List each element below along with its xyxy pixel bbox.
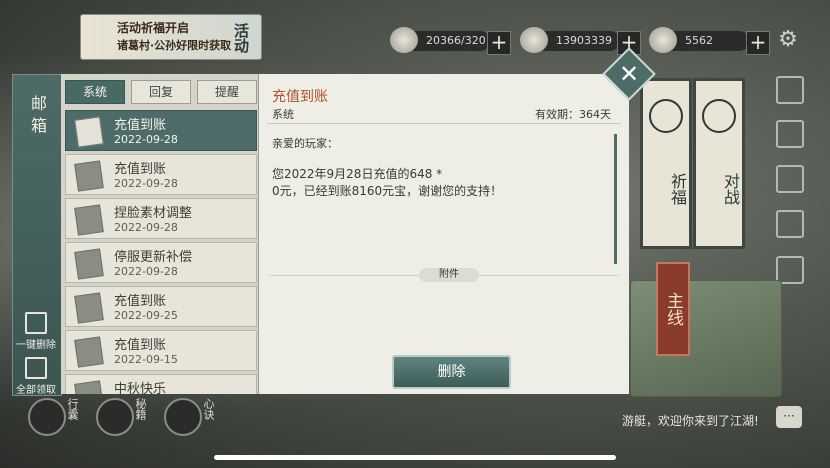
event-banner-tag: 活动 <box>232 23 250 53</box>
envelope-icon <box>74 204 104 236</box>
mail-greeting: 亲爱的玩家： <box>272 137 338 150</box>
manual-icon[interactable] <box>96 398 134 436</box>
tab-reply[interactable]: 回复 <box>131 80 191 104</box>
mailbox-title: 邮箱 <box>28 95 47 139</box>
mail-title: 充值到账 <box>272 89 328 105</box>
bag-label: 行囊 <box>66 398 79 420</box>
mail-item-name: 充值到账 <box>114 338 167 353</box>
circle-emblem-icon <box>649 99 683 133</box>
battle-scroll[interactable]: 对战 <box>693 78 745 249</box>
mail-item-name: 停服更新补偿 <box>114 250 193 265</box>
welcome-message: 游艇，欢迎你来到了江湖! <box>622 414 759 428</box>
tab-system[interactable]: 系统 <box>65 80 125 104</box>
envelope-icon <box>74 160 104 192</box>
mail-body: 您2022年9月28日充值的648 * 0元，已经到账8160元宝，谢谢您的支持… <box>272 166 602 200</box>
scroll-icon[interactable] <box>776 165 804 193</box>
close-icon: ✕ <box>618 60 640 88</box>
notice-icon[interactable] <box>776 120 804 148</box>
pray-label: 祈福 <box>668 173 687 205</box>
mail-tabs: 系统 回复 提醒 <box>65 80 257 104</box>
mail-item[interactable]: 停服更新补偿 2022-09-28 <box>65 242 257 283</box>
mail-item-name: 捏脸素材调整 <box>114 206 193 221</box>
pray-scroll[interactable]: 祈福 <box>640 78 692 249</box>
mail-item-name: 充值到账 <box>114 294 167 309</box>
altar-scrolls: 祈福 对战 <box>630 70 745 249</box>
collect-icon <box>25 357 47 379</box>
mail-item-date: 2022-09-28 <box>114 177 178 190</box>
mail-item-name: 充值到账 <box>114 118 167 133</box>
resource-gift: 5562 <box>649 27 749 53</box>
world-map-book[interactable] <box>630 280 782 397</box>
event-banner-line2: 诸葛村·公孙好限时获取 <box>117 39 232 52</box>
mail-body-line1: 您2022年9月28日充值的648 * <box>272 167 443 181</box>
yuanbao-icon <box>520 27 548 53</box>
mail-item-name: 充值到账 <box>114 162 167 177</box>
add-silver-button[interactable]: + <box>487 31 511 55</box>
checklist-icon[interactable] <box>776 210 804 238</box>
divider <box>267 123 621 124</box>
silver-coin-icon <box>390 27 418 53</box>
mail-detail-panel: 充值到账 系统 有效期：364天 亲爱的玩家： 您2022年9月28日充值的64… <box>259 74 629 394</box>
mail-item[interactable]: 充值到账 2022-09-25 <box>65 286 257 327</box>
home-indicator[interactable] <box>214 455 616 460</box>
event-banner[interactable]: 活动祈福开启 诸葛村·公孙好限时获取 活动 <box>80 14 262 60</box>
battle-label: 对战 <box>721 173 740 205</box>
mail-item[interactable]: 充值到账 2022-09-28 <box>65 110 257 151</box>
delete-button[interactable]: 删除 <box>392 355 511 389</box>
chat-icon[interactable]: ··· <box>776 406 802 428</box>
mail-sender: 系统 <box>272 108 294 121</box>
mail-item-date: 2022-09-25 <box>114 309 178 322</box>
mail-item[interactable]: 捏脸素材调整 2022-09-28 <box>65 198 257 239</box>
delete-all-label: 一键删除 <box>16 340 56 351</box>
resource-gift-value: 5562 <box>685 34 713 47</box>
tab-reminder[interactable]: 提醒 <box>197 80 257 104</box>
bag-icon[interactable] <box>28 398 66 436</box>
envelope-icon <box>74 248 104 280</box>
top-bar: 活动祈福开启 诸葛村·公孙好限时获取 活动 20366/320 + 139033… <box>0 0 830 80</box>
add-gift-button[interactable]: + <box>746 31 770 55</box>
gift-icon <box>649 27 677 53</box>
scrollbar[interactable] <box>614 134 617 264</box>
envelope-icon <box>74 116 104 148</box>
trash-icon <box>25 312 47 334</box>
delete-all-button[interactable]: 一键删除 <box>12 312 60 351</box>
swords-emblem-icon <box>702 99 736 133</box>
skill-icon[interactable] <box>164 398 202 436</box>
handshake-icon[interactable] <box>776 76 804 104</box>
gear-icon[interactable]: ⚙ <box>776 28 800 52</box>
skill-label: 心诀 <box>202 398 215 420</box>
mail-item-date: 2022-09-28 <box>114 221 178 234</box>
mail-validity: 有效期：364天 <box>535 108 611 121</box>
mail-item-date: 2022-09-28 <box>114 265 178 278</box>
mail-item-date: 2022-09-28 <box>114 133 178 146</box>
resource-silver: 20366/320 <box>390 27 490 53</box>
envelope-icon <box>74 292 104 324</box>
resource-silver-value: 20366/320 <box>426 34 486 47</box>
mail-item-date: 2022-09-15 <box>114 353 178 366</box>
event-banner-line1: 活动祈福开启 <box>117 21 190 35</box>
mail-body-line2: 0元，已经到账8160元宝，谢谢您的支持！ <box>272 184 503 198</box>
resource-yuanbao: 13903339 <box>520 27 620 53</box>
attachment-label: 附件 <box>419 268 479 282</box>
resource-yuanbao-value: 13903339 <box>556 34 612 47</box>
mail-list-panel: 系统 回复 提醒 充值到账 2022-09-28 充值到账 2022-09-28… <box>61 74 259 394</box>
envelope-icon <box>74 336 104 368</box>
manual-label: 秘籍 <box>134 398 147 420</box>
mail-item[interactable]: 充值到账 2022-09-15 <box>65 330 257 371</box>
mail-item[interactable]: 充值到账 2022-09-28 <box>65 154 257 195</box>
main-quest-button[interactable]: 主线 <box>656 262 690 356</box>
